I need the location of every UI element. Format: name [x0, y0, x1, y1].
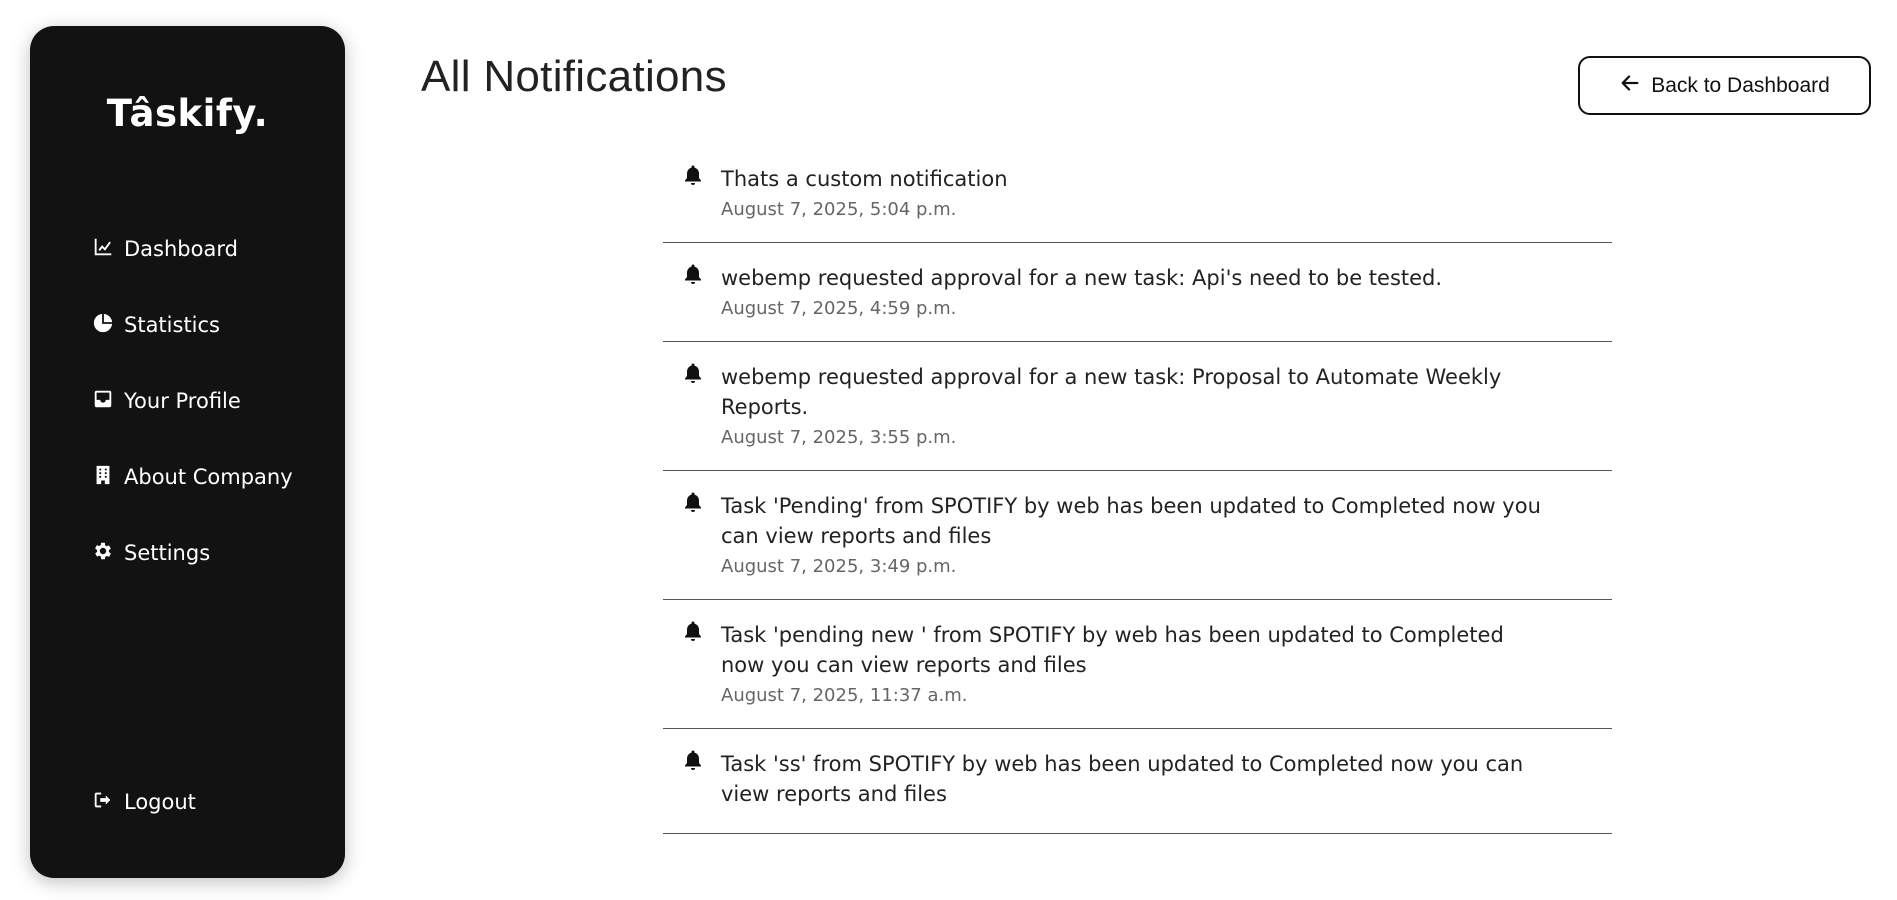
notification-item[interactable]: webemp requested approval for a new task… — [663, 243, 1612, 342]
sidebar-item-label: About Company — [124, 465, 293, 489]
arrow-left-icon — [1619, 72, 1641, 100]
notification-message: webemp requested approval for a new task… — [721, 266, 1443, 290]
notification-time: August 7, 2025, 3:49 p.m. — [721, 556, 957, 577]
bell-icon — [683, 620, 703, 642]
notification-time: August 7, 2025, 3:55 p.m. — [721, 427, 957, 448]
bell-icon — [683, 164, 703, 186]
bell-icon — [683, 491, 703, 513]
notification-item[interactable]: webemp requested approval for a new task… — [663, 342, 1612, 471]
bell-icon — [683, 263, 703, 285]
notification-list: Thats a custom notification August 7, 20… — [663, 144, 1612, 834]
notification-item[interactable]: Thats a custom notification August 7, 20… — [663, 144, 1612, 243]
notification-item[interactable]: Task 'ss' from SPOTIFY by web has been u… — [663, 729, 1612, 834]
sidebar-item-statistics[interactable]: Statistics — [92, 305, 220, 345]
sidebar-item-dashboard[interactable]: Dashboard — [92, 229, 238, 269]
notification-message: Task 'pending new ' from SPOTIFY by web … — [721, 623, 1504, 677]
sidebar-item-label: Settings — [124, 541, 211, 565]
notification-message: Thats a custom notification — [721, 167, 1008, 191]
inbox-icon — [92, 388, 114, 415]
sidebar-item-label: Your Profile — [124, 389, 241, 413]
page-title: All Notifications — [421, 52, 727, 101]
bell-icon — [683, 749, 703, 771]
notification-message: Task 'Pending' from SPOTIFY by web has b… — [721, 494, 1541, 548]
notification-item[interactable]: Task 'Pending' from SPOTIFY by web has b… — [663, 471, 1612, 600]
notification-time: August 7, 2025, 4:59 p.m. — [721, 298, 957, 319]
notification-item[interactable]: Task 'pending new ' from SPOTIFY by web … — [663, 600, 1612, 729]
back-button-label: Back to Dashboard — [1651, 73, 1830, 97]
sidebar-item-label: Dashboard — [124, 237, 238, 261]
sidebar-item-label: Statistics — [124, 313, 220, 337]
notification-time: August 7, 2025, 5:04 p.m. — [721, 199, 957, 220]
sidebar: Tâskify. Dashboard Statistics Your Profi… — [30, 26, 345, 878]
brand-logo[interactable]: Tâskify. — [30, 92, 345, 135]
building-icon — [92, 464, 114, 491]
chart-line-icon — [92, 236, 114, 263]
notification-message: Task 'ss' from SPOTIFY by web has been u… — [721, 752, 1524, 806]
logout-button[interactable]: Logout — [92, 782, 196, 822]
sidebar-item-settings[interactable]: Settings — [92, 533, 210, 573]
logout-label: Logout — [124, 790, 196, 814]
sidebar-item-your-profile[interactable]: Your Profile — [92, 381, 241, 421]
notification-time: August 7, 2025, 11:37 a.m. — [721, 685, 968, 706]
logout-icon — [92, 789, 114, 816]
notification-message: webemp requested approval for a new task… — [721, 365, 1502, 419]
sidebar-item-about-company[interactable]: About Company — [92, 457, 293, 497]
pie-chart-icon — [92, 312, 114, 339]
bell-icon — [683, 362, 703, 384]
back-to-dashboard-button[interactable]: Back to Dashboard — [1578, 56, 1871, 115]
gear-icon — [92, 540, 114, 567]
